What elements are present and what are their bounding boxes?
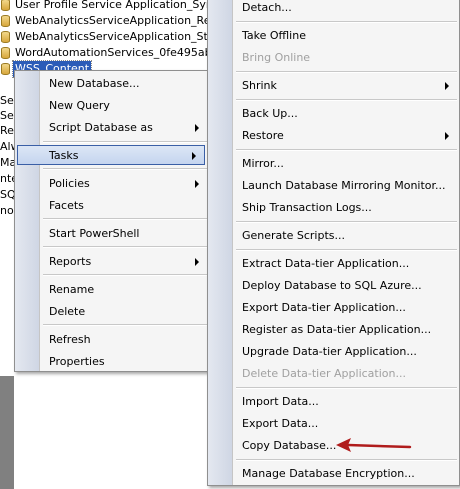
menu-item-delete-data-tier-app[interactable]: Delete Data-tier Application... bbox=[210, 364, 457, 384]
tree-fragment: nos bbox=[0, 205, 14, 217]
menu-item-policies[interactable]: Policies bbox=[17, 174, 207, 194]
menu-item-tasks[interactable]: Tasks bbox=[17, 145, 205, 165]
menu-gutter bbox=[15, 71, 40, 371]
tree-fragment: SQL bbox=[0, 189, 14, 201]
menu-separator bbox=[43, 218, 207, 220]
menu-separator bbox=[236, 71, 457, 73]
database-icon bbox=[1, 63, 10, 75]
tree-item-database[interactable]: User Profile Service Application_SyncDB_ bbox=[0, 0, 215, 13]
database-icon bbox=[1, 47, 10, 59]
tree-item-database[interactable]: WebAnalyticsServiceApplication_Staging bbox=[0, 29, 215, 45]
menu-item-register-data-tier-app[interactable]: Register as Data-tier Application... bbox=[210, 320, 457, 340]
menu-item-new-query[interactable]: New Query bbox=[17, 96, 207, 116]
menu-item-back-up[interactable]: Back Up... bbox=[210, 104, 457, 124]
menu-item-upgrade-data-tier-app[interactable]: Upgrade Data-tier Application... bbox=[210, 342, 457, 362]
menu-separator bbox=[43, 168, 207, 170]
menu-item-detach[interactable]: Detach... bbox=[210, 0, 457, 18]
menu-item-refresh[interactable]: Refresh bbox=[17, 330, 207, 350]
panel-background bbox=[0, 376, 14, 489]
menu-item-delete[interactable]: Delete bbox=[17, 302, 207, 322]
menu-item-mirror[interactable]: Mirror... bbox=[210, 154, 457, 174]
menu-item-manage-encryption[interactable]: Manage Database Encryption... bbox=[210, 464, 457, 484]
menu-item-start-powershell[interactable]: Start PowerShell bbox=[17, 224, 207, 244]
menu-item-export-data-tier-app[interactable]: Export Data-tier Application... bbox=[210, 298, 457, 318]
menu-item-import-data[interactable]: Import Data... bbox=[210, 392, 457, 412]
menu-item-launch-mirroring-monitor[interactable]: Launch Database Mirroring Monitor... bbox=[210, 176, 457, 196]
menu-separator bbox=[236, 249, 457, 251]
menu-separator bbox=[43, 274, 207, 276]
menu-item-ship-transaction-logs[interactable]: Ship Transaction Logs... bbox=[210, 198, 457, 218]
menu-item-copy-database[interactable]: Copy Database... bbox=[210, 436, 457, 456]
red-pointer-arrow-icon bbox=[336, 438, 412, 452]
menu-item-deploy-to-sql-azure[interactable]: Deploy Database to SQL Azure... bbox=[210, 276, 457, 296]
menu-separator bbox=[236, 387, 457, 389]
submenu-arrow-icon bbox=[195, 258, 199, 266]
menu-item-properties[interactable]: Properties bbox=[17, 352, 207, 372]
tree-fragment: Alw bbox=[0, 141, 14, 153]
menu-separator bbox=[43, 141, 207, 143]
menu-item-extract-data-tier-app[interactable]: Extract Data-tier Application... bbox=[210, 254, 457, 274]
tree-item-database[interactable]: WebAnalyticsServiceApplication_Reportin bbox=[0, 13, 215, 29]
menu-item-export-data[interactable]: Export Data... bbox=[210, 414, 457, 434]
tree-fragment: Man bbox=[0, 157, 14, 169]
menu-separator bbox=[236, 21, 457, 23]
menu-item-rename[interactable]: Rename bbox=[17, 280, 207, 300]
database-icon bbox=[1, 31, 10, 43]
menu-separator bbox=[43, 246, 207, 248]
tree-fragment: Sec bbox=[0, 95, 14, 107]
menu-separator bbox=[43, 324, 207, 326]
submenu-arrow-icon bbox=[445, 132, 449, 140]
menu-separator bbox=[236, 99, 457, 101]
menu-separator bbox=[236, 459, 457, 461]
database-context-menu: New Database... New Query Script Databas… bbox=[14, 70, 210, 372]
tree-item-database[interactable]: WordAutomationServices_0fe495ab3f61 bbox=[0, 45, 215, 61]
database-icon bbox=[1, 0, 10, 11]
submenu-arrow-icon bbox=[195, 124, 199, 132]
menu-item-shrink[interactable]: Shrink bbox=[210, 76, 457, 96]
tasks-submenu: Detach... Take Offline Bring Online Shri… bbox=[207, 0, 460, 486]
submenu-arrow-icon bbox=[195, 180, 199, 188]
tree-fragment: nte bbox=[0, 173, 14, 185]
tree-fragment: Serv bbox=[0, 110, 14, 122]
menu-item-restore[interactable]: Restore bbox=[210, 126, 457, 146]
menu-item-facets[interactable]: Facets bbox=[17, 196, 207, 216]
submenu-arrow-icon bbox=[192, 152, 196, 160]
menu-item-bring-online[interactable]: Bring Online bbox=[210, 48, 457, 68]
menu-item-reports[interactable]: Reports bbox=[17, 252, 207, 272]
menu-separator bbox=[236, 149, 457, 151]
menu-item-generate-scripts[interactable]: Generate Scripts... bbox=[210, 226, 457, 246]
submenu-arrow-icon bbox=[445, 82, 449, 90]
menu-item-script-database-as[interactable]: Script Database as bbox=[17, 118, 207, 138]
database-icon bbox=[1, 15, 10, 27]
menu-item-new-database[interactable]: New Database... bbox=[17, 74, 207, 94]
menu-item-take-offline[interactable]: Take Offline bbox=[210, 26, 457, 46]
menu-separator bbox=[236, 221, 457, 223]
tree-fragment: Rep bbox=[0, 125, 14, 137]
